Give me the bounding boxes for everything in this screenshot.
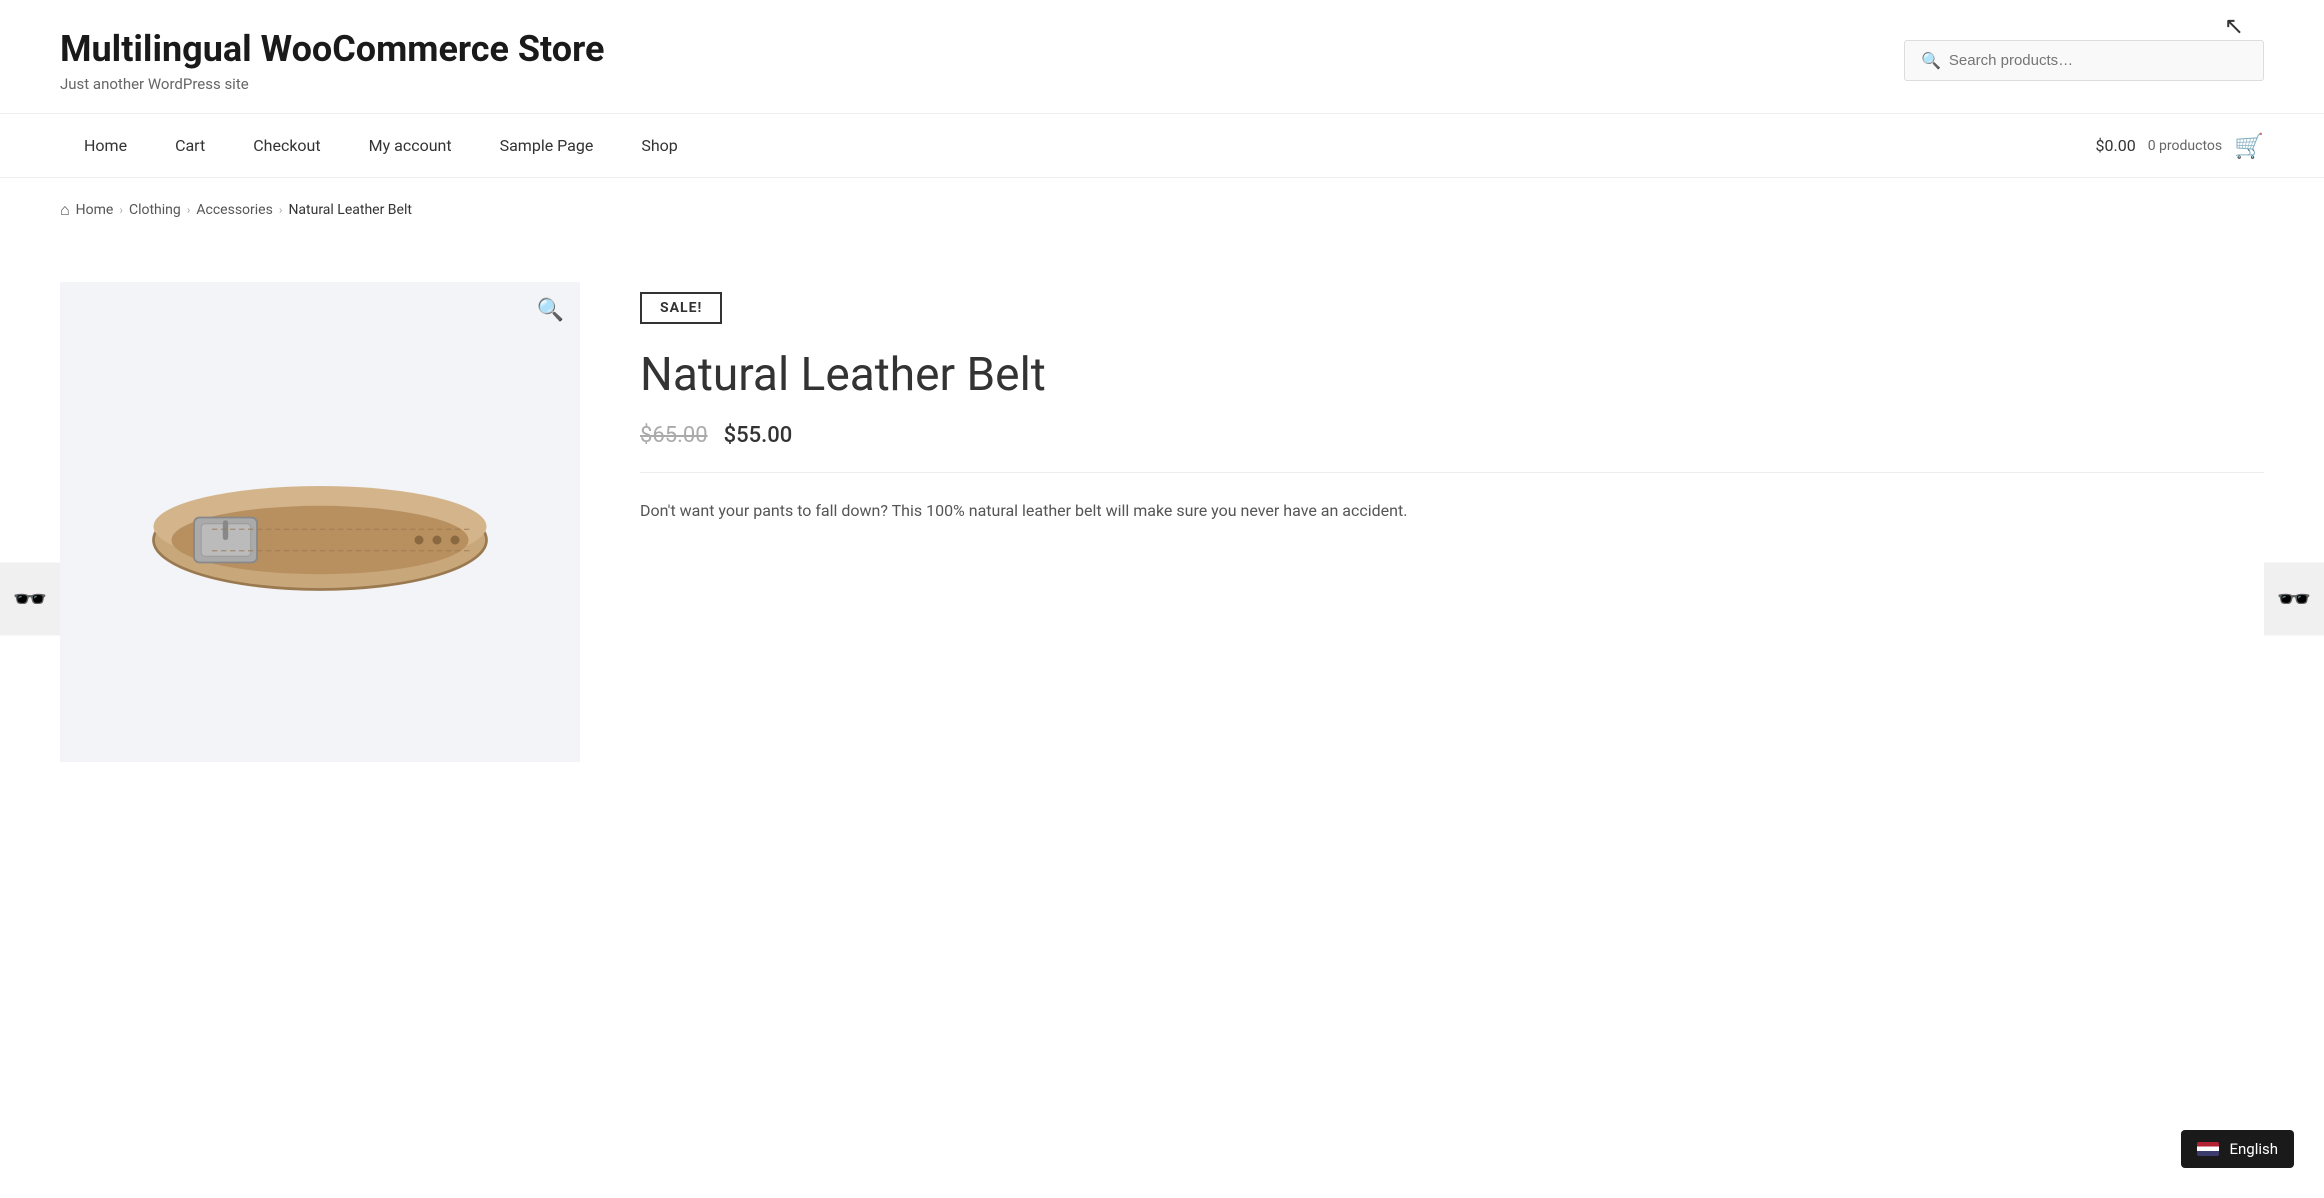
- nav-links: Home Cart Checkout My account Sample Pag…: [60, 114, 702, 177]
- next-product-icon: 🕶️: [2277, 583, 2312, 616]
- language-switcher[interactable]: English: [2181, 1130, 2294, 1168]
- nav-cart[interactable]: Cart: [151, 114, 229, 177]
- sale-price: $55.00: [724, 423, 793, 448]
- breadcrumb-sep-3: ›: [279, 203, 283, 217]
- site-navigation: Home Cart Checkout My account Sample Pag…: [0, 114, 2324, 178]
- original-price: $65.00: [640, 423, 708, 448]
- zoom-icon[interactable]: 🔍: [537, 298, 564, 323]
- language-label: English: [2229, 1140, 2278, 1158]
- sale-badge: SALE!: [640, 292, 722, 324]
- product-area: 🔍 SALE! Natural Leather Belt: [0, 242, 2324, 802]
- cart-amount: $0.00: [2096, 136, 2136, 155]
- breadcrumb-sep-2: ›: [187, 203, 191, 217]
- flag-icon: [2197, 1142, 2219, 1156]
- nav-checkout[interactable]: Checkout: [229, 114, 344, 177]
- breadcrumb: ⌂ Home › Clothing › Accessories › Natura…: [0, 178, 2324, 242]
- site-header: Multilingual WooCommerce Store Just anot…: [0, 0, 2324, 114]
- site-title[interactable]: Multilingual WooCommerce Store: [60, 28, 1904, 71]
- search-form[interactable]: 🔍: [1904, 40, 2264, 81]
- search-input[interactable]: [1949, 52, 2247, 69]
- breadcrumb-home[interactable]: Home: [76, 202, 114, 218]
- search-icon: 🔍: [1921, 51, 1941, 70]
- cart-count: 0 productos: [2148, 138, 2222, 154]
- nav-myaccount[interactable]: My account: [345, 114, 476, 177]
- price-wrap: $65.00 $55.00: [640, 423, 2264, 473]
- product-image-wrap: 🔍: [60, 282, 580, 762]
- home-icon: ⌂: [60, 200, 70, 220]
- product-details: SALE! Natural Leather Belt $65.00 $55.00…: [640, 282, 2264, 762]
- nav-samplepage[interactable]: Sample Page: [476, 114, 618, 177]
- cart-summary: $0.00 0 productos 🛒: [2096, 132, 2264, 160]
- nav-shop[interactable]: Shop: [617, 114, 701, 177]
- breadcrumb-current: Natural Leather Belt: [288, 202, 412, 218]
- site-tagline: Just another WordPress site: [60, 75, 1904, 93]
- product-image: [140, 423, 500, 621]
- product-description: Don't want your pants to fall down? This…: [640, 497, 2264, 524]
- product-title: Natural Leather Belt: [640, 348, 2264, 403]
- cart-icon[interactable]: 🛒: [2234, 132, 2264, 160]
- breadcrumb-clothing[interactable]: Clothing: [129, 202, 181, 218]
- breadcrumb-accessories[interactable]: Accessories: [196, 202, 272, 218]
- breadcrumb-sep-1: ›: [119, 203, 123, 217]
- next-product-nav[interactable]: 🕶️: [2264, 563, 2324, 636]
- nav-home[interactable]: Home: [60, 114, 151, 177]
- site-branding: Multilingual WooCommerce Store Just anot…: [60, 28, 1904, 93]
